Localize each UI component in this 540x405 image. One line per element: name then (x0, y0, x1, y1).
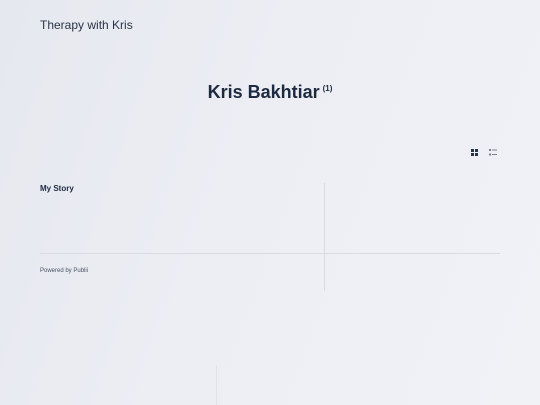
view-toggle (470, 148, 498, 158)
author-heading: Kris Bakhtiar (1) (0, 82, 540, 103)
post-list: My Story (40, 183, 500, 291)
site-title-link[interactable]: Therapy with Kris (40, 18, 133, 32)
author-name: Kris Bakhtiar (207, 82, 320, 102)
column-divider (324, 183, 325, 291)
author-post-count: (1) (322, 84, 333, 93)
decorative-divider (216, 365, 217, 405)
grid-view-icon[interactable] (470, 148, 480, 158)
list-view-icon[interactable] (488, 148, 498, 158)
page: Therapy with Kris Kris Bakhtiar (1) My St… (0, 0, 540, 405)
powered-by-text: Powered by Publii (40, 268, 89, 274)
post-title-link[interactable]: My Story (40, 184, 74, 193)
